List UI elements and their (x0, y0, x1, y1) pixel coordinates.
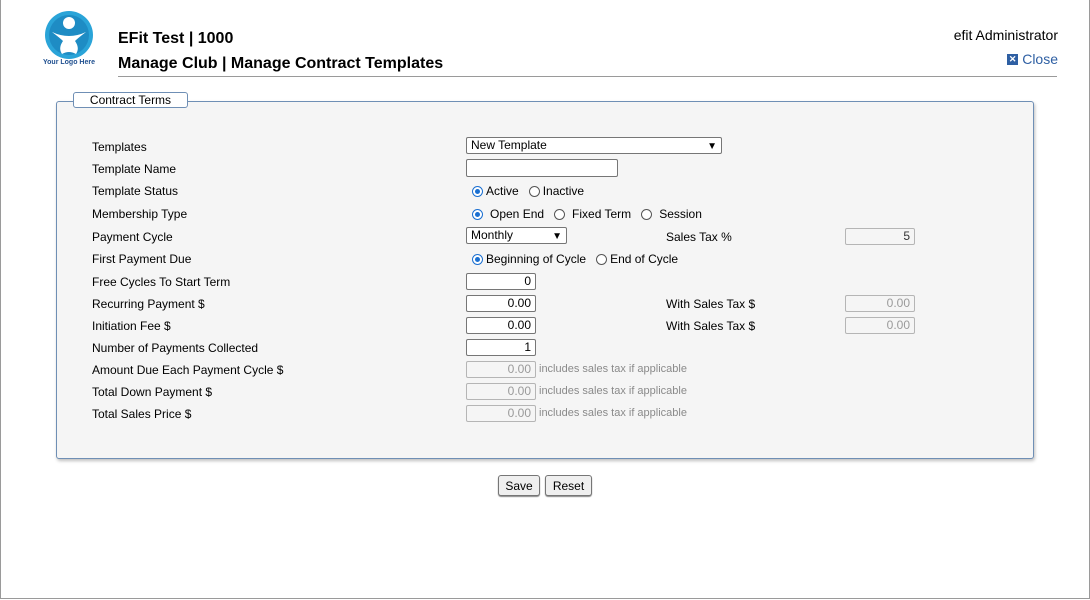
close-label: Close (1022, 51, 1058, 67)
initiation-fee-input[interactable]: 0.00 (466, 317, 536, 334)
membership-fixed-term-radio[interactable] (554, 208, 566, 220)
header-divider (118, 76, 1057, 77)
first-payment-group: Beginning of Cycle End of Cycle (472, 252, 688, 266)
close-link[interactable]: ✕ Close (1007, 51, 1058, 67)
page-subtitle: Manage Club | Manage Contract Templates (118, 55, 444, 72)
label-payment-cycle: Payment Cycle (92, 230, 173, 244)
membership-type-group: Open End Fixed Term Session (472, 207, 712, 221)
membership-fixed-term-label: Fixed Term (572, 207, 632, 221)
first-payment-end-label: End of Cycle (610, 252, 679, 266)
label-sales-tax: Sales Tax % (666, 230, 732, 244)
templates-select[interactable]: New Template ▼ (466, 137, 722, 154)
label-recurring-with-tax: With Sales Tax $ (666, 297, 756, 311)
panel-legend: Contract Terms (73, 92, 188, 108)
total-down-note: includes sales tax if applicable (539, 385, 687, 397)
close-icon: ✕ (1007, 53, 1019, 65)
total-down-input: 0.00 (466, 383, 536, 400)
label-total-sales: Total Sales Price $ (92, 407, 192, 421)
label-membership-type: Membership Type (92, 207, 188, 221)
label-first-payment-due: First Payment Due (92, 252, 192, 266)
membership-session-radio[interactable] (641, 208, 653, 220)
total-sales-input: 0.00 (466, 405, 536, 422)
payment-cycle-select[interactable]: Monthly ▼ (466, 227, 567, 244)
payment-cycle-selected: Monthly (471, 228, 514, 242)
num-payments-input[interactable]: 1 (466, 339, 536, 356)
label-template-name: Template Name (92, 162, 177, 176)
template-name-input[interactable] (466, 159, 618, 177)
status-active-radio[interactable] (472, 185, 483, 197)
label-amount-due: Amount Due Each Payment Cycle $ (92, 363, 284, 377)
sales-tax-input[interactable]: 5 (845, 228, 915, 245)
club-logo: Your Logo Here (38, 10, 100, 70)
amount-due-input: 0.00 (466, 361, 536, 378)
first-payment-beginning-label: Beginning of Cycle (486, 252, 587, 266)
free-cycles-input[interactable]: 0 (466, 273, 536, 290)
first-payment-end-radio[interactable] (596, 253, 608, 265)
label-templates: Templates (92, 140, 147, 154)
save-button[interactable]: Save (498, 475, 540, 496)
templates-selected: New Template (471, 138, 547, 152)
logo-figure-icon (45, 11, 93, 59)
status-inactive-radio[interactable] (528, 185, 540, 197)
status-inactive-label: Inactive (542, 184, 585, 198)
user-name: efit Administrator (953, 27, 1058, 43)
membership-session-label: Session (659, 207, 702, 221)
logo-text: Your Logo Here (43, 59, 95, 66)
label-initiation-with-tax: With Sales Tax $ (666, 319, 756, 333)
label-template-status: Template Status (92, 184, 179, 198)
label-initiation-fee: Initiation Fee $ (92, 319, 171, 333)
template-status-group: Active Inactive (472, 184, 594, 198)
membership-open-end-label: Open End (490, 207, 545, 221)
label-recurring-payment: Recurring Payment $ (92, 297, 205, 311)
chevron-down-icon: ▼ (707, 141, 717, 152)
total-sales-note: includes sales tax if applicable (539, 407, 687, 419)
label-total-down: Total Down Payment $ (92, 385, 213, 399)
recurring-payment-input[interactable]: 0.00 (466, 295, 536, 312)
chevron-down-icon: ▼ (552, 231, 562, 242)
recurring-with-tax-input: 0.00 (845, 295, 915, 312)
page-title: EFit Test | 1000 (118, 30, 234, 47)
reset-button[interactable]: Reset (545, 475, 592, 496)
amount-due-note: includes sales tax if applicable (539, 363, 687, 375)
status-active-label: Active (486, 184, 519, 198)
initiation-with-tax-input: 0.00 (845, 317, 915, 334)
membership-open-end-radio[interactable] (472, 208, 483, 220)
first-payment-beginning-radio[interactable] (472, 253, 483, 265)
label-free-cycles: Free Cycles To Start Term (92, 275, 231, 289)
label-num-payments: Number of Payments Collected (92, 341, 259, 355)
